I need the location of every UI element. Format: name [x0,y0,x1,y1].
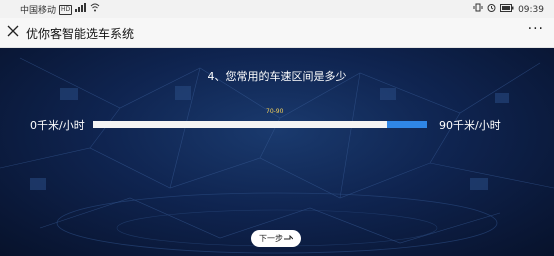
more-menu-icon[interactable]: ··· [528,21,544,37]
max-speed-label: 90千米/小时 [439,119,501,132]
status-bar: 中国移动 HD 09:39 [0,0,554,18]
question-panel: 4、您常用的车速区间是多少 70-90 0千米/小时 90千米/小时 下一步 [0,48,554,256]
range-value-label: 70-90 [266,108,284,115]
page-title: 优你客智能选车系统 [26,27,135,41]
min-speed-label: 0千米/小时 [30,119,85,132]
question-text: 4、您常用的车速区间是多少 [207,70,347,83]
clock-time: 09:39 [518,4,544,15]
next-button-label: 下一步 [259,234,283,243]
vibrate-icon [473,3,483,16]
battery-icon [500,3,514,16]
signal-icon [75,3,87,16]
title-bar: 优你客智能选车系统 ··· [0,18,554,48]
next-button[interactable]: 下一步 [251,230,301,247]
arrow-icon [284,234,294,243]
slider-fill[interactable] [93,121,387,128]
hd-icon: HD [59,4,73,15]
close-icon[interactable] [7,22,19,42]
speed-range-slider[interactable] [93,121,427,128]
carrier-name: 中国移动 [20,6,57,16]
wifi-icon [90,3,100,16]
alarm-icon [487,3,496,16]
